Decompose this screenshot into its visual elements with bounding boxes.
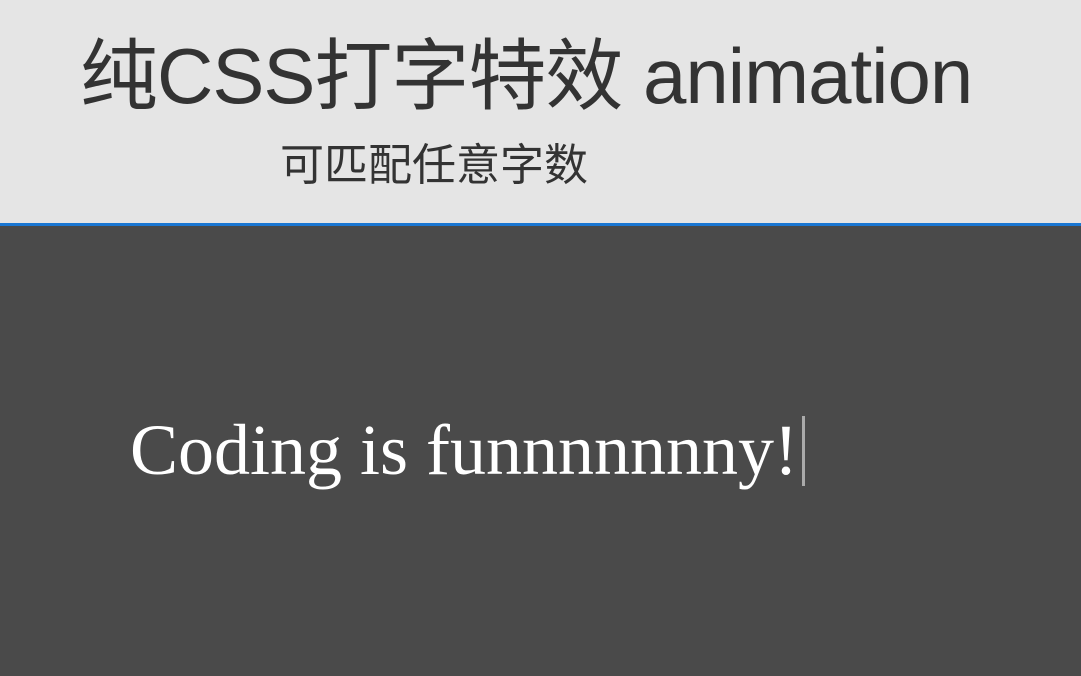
page-title: 纯CSS打字特效 animation: [80, 30, 1031, 124]
typing-text: Coding is funnnnnnny!: [130, 409, 798, 492]
demo-area: Coding is funnnnnnny!: [0, 226, 1081, 676]
typing-effect-wrapper: Coding is funnnnnnny!: [130, 409, 805, 492]
header-section: 纯CSS打字特效 animation 可匹配任意字数: [0, 0, 1081, 223]
page-subtitle: 可匹配任意字数: [280, 129, 1031, 193]
blinking-cursor-icon: [802, 416, 805, 486]
